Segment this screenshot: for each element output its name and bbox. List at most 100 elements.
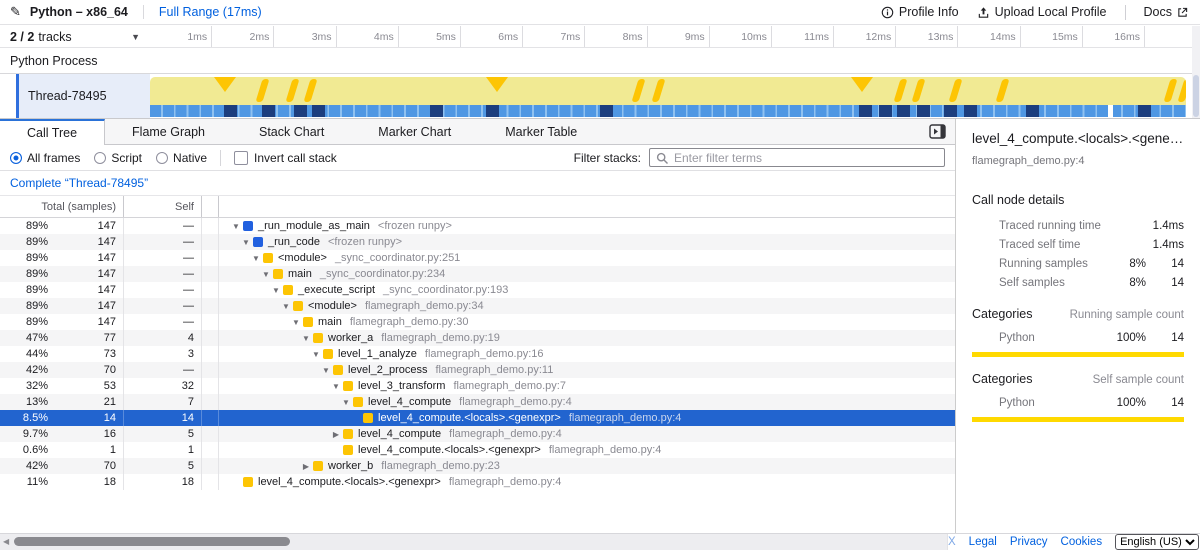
thread-activity-graph[interactable] [150,77,1186,105]
table-row[interactable]: 11%1818level_4_compute.<locals>.<genexpr… [0,474,955,490]
upload-local-profile-button[interactable]: Upload Local Profile [977,5,1107,19]
ruler-tick-label: 14ms [958,26,1020,47]
table-row[interactable]: 44%733▼level_1_analyzeflamegraph_demo.py… [0,346,955,362]
column-self[interactable]: Self [124,196,202,217]
collapse-twisty-icon[interactable]: ▼ [269,286,283,295]
invert-call-stack-checkbox[interactable]: Invert call stack [234,151,337,165]
radio-icon[interactable] [156,152,168,164]
tree-cell: ▼level_2_processflamegraph_demo.py:11 [219,364,955,376]
total-percent: 89% [0,282,50,298]
footer-link-legal[interactable]: Legal [969,536,997,548]
edit-profile-name-icon[interactable]: ✎ [10,4,21,20]
collapse-twisty-icon[interactable]: ▼ [239,238,253,247]
table-row[interactable]: 89%147—▼<module>_sync_coordinator.py:251 [0,250,955,266]
tab-marker-chart[interactable]: Marker Chart [351,119,478,144]
tree-cell: level_4_compute.<locals>.<genexpr>flameg… [219,412,955,424]
tab-flame-graph[interactable]: Flame Graph [105,119,232,144]
tab-stack-chart[interactable]: Stack Chart [232,119,351,144]
categories-header: CategoriesRunning sample count [972,307,1184,321]
category-square-icon [343,445,353,455]
sidebar-toggle-button[interactable] [929,124,946,139]
footer-link-privacy[interactable]: Privacy [1010,536,1048,548]
sidebar-file-location: flamegraph_demo.py:4 [972,155,1184,167]
radio-script[interactable]: Script [94,151,142,165]
file-location: _sync_coordinator.py:234 [320,268,445,280]
collapse-twisty-icon[interactable]: ▼ [299,334,313,343]
tree-cell: ▼_run_code<frozen runpy> [219,236,955,248]
self-samples: 5 [124,426,202,442]
radio-label: Script [111,151,142,165]
collapse-twisty-icon[interactable]: ▼ [329,382,343,391]
collapse-twisty-icon[interactable]: ▼ [319,366,333,375]
profile-info-button[interactable]: Profile Info [881,5,959,19]
total-percent: 42% [0,458,50,474]
file-location: flamegraph_demo.py:19 [381,332,500,344]
marker-slash-icon [948,79,962,102]
filter-stacks-searchbox [649,148,945,167]
table-row[interactable]: 0.6%11level_4_compute.<locals>.<genexpr>… [0,442,955,458]
table-row[interactable]: 47%774▼worker_aflamegraph_demo.py:19 [0,330,955,346]
filter-stacks-input[interactable] [650,151,944,165]
thread-samples-strip[interactable] [150,105,1186,117]
chevron-down-icon[interactable]: ▼ [131,32,140,42]
footer-link-cookies[interactable]: Cookies [1061,536,1103,548]
collapse-twisty-icon[interactable]: ▼ [309,350,323,359]
sample-dark-segment [879,105,892,117]
category-square-icon [363,413,373,423]
table-row[interactable]: 89%147—▼mainflamegraph_demo.py:30 [0,314,955,330]
vertical-scrollbar-thumb[interactable] [1193,75,1199,117]
category-name: Python [999,332,1106,344]
table-row[interactable]: 42%70—▼level_2_processflamegraph_demo.py… [0,362,955,378]
expand-twisty-icon[interactable]: ▶ [329,430,343,439]
docs-link[interactable]: Docs [1144,5,1188,19]
thread-track-label-cell[interactable]: Thread-78495 [19,74,150,118]
tab-call-tree[interactable]: Call Tree [0,119,105,145]
row-spacer [202,218,219,234]
row-spacer [202,298,219,314]
breadcrumb-root-button[interactable]: Complete “Thread-78495” [10,176,148,190]
table-row[interactable]: 9.7%165▶level_4_computeflamegraph_demo.p… [0,426,955,442]
collapse-twisty-icon[interactable]: ▼ [249,254,263,263]
table-row[interactable]: 42%705▶worker_bflamegraph_demo.py:23 [0,458,955,474]
ruler-tick-label: 9ms [648,26,710,47]
table-row[interactable]: 89%147—▼_run_module_as_main<frozen runpy… [0,218,955,234]
category-percent: 100% [1106,397,1146,409]
radio-all-frames[interactable]: All frames [10,151,80,165]
dismiss-link[interactable]: X [948,536,956,548]
footer-bar: ◀ X Legal Privacy Cookies English (US) [0,533,1200,550]
horizontal-scrollbar[interactable]: ◀ [0,534,948,550]
collapse-twisty-icon[interactable]: ▼ [339,398,353,407]
radio-native[interactable]: Native [156,151,207,165]
horizontal-scrollbar-thumb[interactable] [14,537,290,546]
collapse-twisty-icon[interactable]: ▼ [229,222,243,231]
language-select[interactable]: English (US) [1115,534,1199,550]
category-percent: 100% [1106,332,1146,344]
thread-track-row[interactable]: Thread-78495 [0,74,1200,119]
table-row[interactable]: 89%147—▼<module>flamegraph_demo.py:34 [0,298,955,314]
table-row[interactable]: 89%147—▼_execute_script_sync_coordinator… [0,282,955,298]
self-samples: — [124,250,202,266]
checkbox-icon[interactable] [234,151,248,165]
tracks-vertical-scrollbar[interactable] [1192,26,1200,118]
sample-dark-segment [294,105,307,117]
collapse-twisty-icon[interactable]: ▼ [289,318,303,327]
expand-twisty-icon[interactable]: ▶ [299,462,313,471]
category-square-icon [313,461,323,471]
collapse-twisty-icon[interactable]: ▼ [259,270,273,279]
table-row[interactable]: 13%217▼level_4_computeflamegraph_demo.py… [0,394,955,410]
collapse-twisty-icon[interactable]: ▼ [279,302,293,311]
table-row[interactable]: 89%147—▼main_sync_coordinator.py:234 [0,266,955,282]
function-name: level_2_process [348,364,428,376]
table-row[interactable]: 32%5332▼level_3_transformflamegraph_demo… [0,378,955,394]
radio-icon[interactable] [10,152,22,164]
column-total-samples[interactable]: Total (samples) [0,196,124,217]
table-row[interactable]: 89%147—▼_run_code<frozen runpy> [0,234,955,250]
tracks-dropdown[interactable]: 2 / 2 tracks ▼ [0,26,150,47]
tree-cell: level_4_compute.<locals>.<genexpr>flameg… [219,476,955,488]
process-track-row[interactable]: Python Process [0,49,1200,74]
tab-marker-table[interactable]: Marker Table [478,119,604,144]
full-range-button[interactable]: Full Range (17ms) [143,5,262,19]
radio-icon[interactable] [94,152,106,164]
table-row[interactable]: 8.5%1414level_4_compute.<locals>.<genexp… [0,410,955,426]
scroll-left-arrow-icon[interactable]: ◀ [3,537,9,546]
